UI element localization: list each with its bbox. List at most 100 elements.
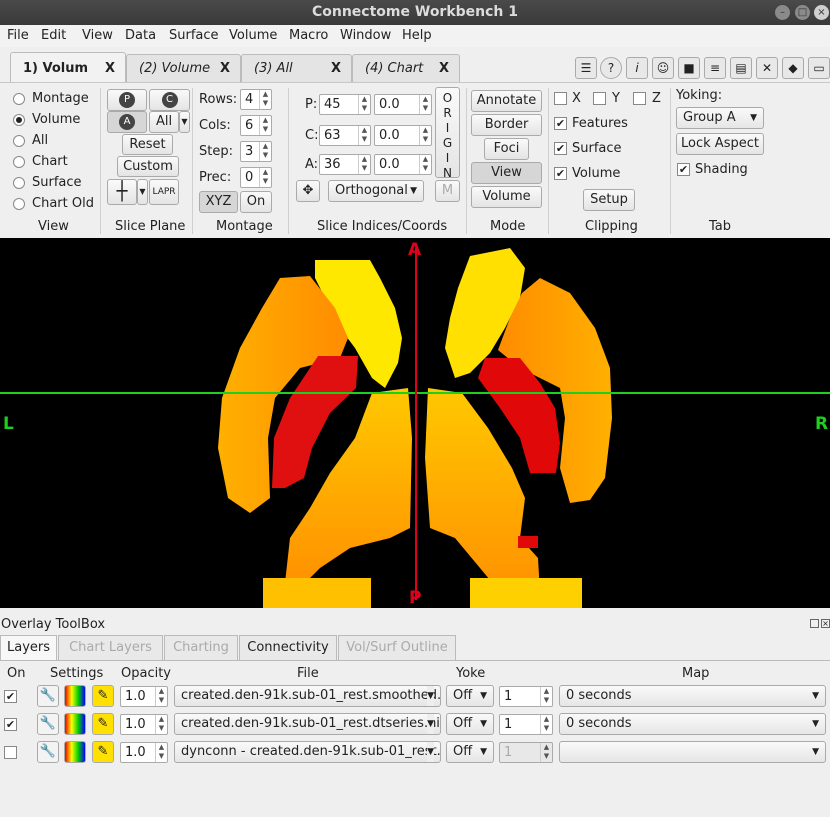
tab-1-volum[interactable]: 1) Volum X: [10, 52, 126, 83]
identify-icon[interactable]: ✎: [92, 685, 114, 707]
palette-icon[interactable]: [64, 741, 86, 763]
crosshair-dropdown[interactable]: ▼: [137, 179, 148, 205]
menu-data[interactable]: Data: [125, 28, 156, 43]
axial-slice-image[interactable]: [0, 238, 830, 608]
view-chart-old-radio[interactable]: [13, 198, 25, 210]
yoke-combobox[interactable]: Off ▼: [446, 741, 494, 763]
yoking-combobox[interactable]: Group A ▼: [676, 107, 764, 129]
close-tab-icon[interactable]: X: [439, 55, 449, 83]
border-mode-button[interactable]: Border: [471, 114, 542, 136]
c-index-spinbox[interactable]: 63 ▲ ▼: [319, 125, 371, 146]
clip-volume-checkbox[interactable]: ✔: [554, 167, 567, 180]
layer-on-checkbox[interactable]: ✔: [4, 718, 17, 731]
spin-arrows-icon[interactable]: ▲ ▼: [155, 715, 167, 734]
montage-on-button[interactable]: On: [240, 191, 272, 213]
clip-surface-checkbox[interactable]: ✔: [554, 142, 567, 155]
cols-spinbox[interactable]: 6 ▲ ▼: [240, 115, 272, 136]
menu-view[interactable]: View: [82, 28, 113, 43]
scene-icon[interactable]: ≡: [704, 57, 726, 79]
spin-arrows-icon[interactable]: ▲ ▼: [259, 168, 271, 187]
map-index-spinbox[interactable]: 1 ▲ ▼: [499, 742, 553, 763]
clip-y-checkbox[interactable]: [593, 92, 606, 105]
volume-mode-button[interactable]: Volume: [471, 186, 542, 208]
spin-arrows-icon[interactable]: ▲ ▼: [358, 95, 370, 114]
tab-3-all[interactable]: (3) All X: [241, 54, 352, 82]
p-coord-spinbox[interactable]: 0.0 ▲ ▼: [374, 94, 432, 115]
view-volume-radio[interactable]: [13, 114, 25, 126]
spin-arrows-icon[interactable]: ▲ ▼: [419, 126, 431, 145]
clipping-setup-button[interactable]: Setup: [583, 189, 635, 211]
clip-x-checkbox[interactable]: [554, 92, 567, 105]
toolbox-icon[interactable]: ▭: [808, 57, 830, 79]
view-surface-radio[interactable]: [13, 177, 25, 189]
minimize-button[interactable]: –: [775, 5, 790, 20]
spin-arrows-icon[interactable]: ▲ ▼: [540, 743, 552, 762]
coronal-button[interactable]: C: [149, 89, 190, 111]
close-window-button[interactable]: ×: [814, 5, 829, 20]
spin-arrows-icon[interactable]: ▲ ▼: [259, 142, 271, 161]
clapper-icon[interactable]: ▤: [730, 57, 752, 79]
tab-layers[interactable]: Layers: [0, 635, 57, 661]
wrench-icon[interactable]: 🔧: [37, 741, 59, 763]
menu-help[interactable]: Help: [402, 28, 432, 43]
spin-arrows-icon[interactable]: ▲ ▼: [259, 116, 271, 135]
layers-icon[interactable]: ◆: [782, 57, 804, 79]
spin-arrows-icon[interactable]: ▲ ▼: [419, 95, 431, 114]
identify-icon[interactable]: ✎: [92, 741, 114, 763]
rows-spinbox[interactable]: 4 ▲ ▼: [240, 89, 272, 110]
map-combobox[interactable]: 0 seconds ▼: [559, 713, 826, 735]
file-combobox[interactable]: dynconn - created.den-91k.sub-01_rest. ▼: [174, 741, 441, 763]
clip-features-checkbox[interactable]: ✔: [554, 117, 567, 130]
lock-aspect-button[interactable]: Lock Aspect: [676, 133, 764, 155]
projection-combobox[interactable]: Orthogonal ▼: [328, 180, 424, 202]
clip-z-checkbox[interactable]: [633, 92, 646, 105]
opacity-spinbox[interactable]: 1.0 ▲ ▼: [120, 686, 168, 707]
yoke-combobox[interactable]: Off ▼: [446, 713, 494, 735]
move-crosshair-icon[interactable]: ✥: [296, 180, 320, 202]
maximize-button[interactable]: □: [795, 5, 810, 20]
menu-volume[interactable]: Volume: [229, 28, 277, 43]
wrench-icon[interactable]: 🔧: [37, 713, 59, 735]
annotate-mode-button[interactable]: Annotate: [471, 90, 542, 112]
yoke-combobox[interactable]: Off ▼: [446, 685, 494, 707]
all-planes-dropdown[interactable]: ▼: [179, 111, 190, 133]
spin-arrows-icon[interactable]: ▲ ▼: [155, 743, 167, 762]
spin-arrows-icon[interactable]: ▲ ▼: [259, 90, 271, 109]
close-tab-icon[interactable]: X: [105, 53, 115, 84]
map-index-spinbox[interactable]: 1 ▲ ▼: [499, 686, 553, 707]
map-combobox[interactable]: 0 seconds ▼: [559, 685, 826, 707]
origin-button[interactable]: O R I G I N: [435, 87, 460, 180]
tab-charting[interactable]: Charting: [164, 635, 238, 661]
menu-surface[interactable]: Surface: [169, 28, 219, 43]
identify-icon[interactable]: ✎: [92, 713, 114, 735]
palette-icon[interactable]: [64, 713, 86, 735]
tab-4-chart[interactable]: (4) Chart X: [352, 54, 460, 82]
map-combobox[interactable]: ▼: [559, 741, 826, 763]
step-spinbox[interactable]: 3 ▲ ▼: [240, 141, 272, 162]
reset-button[interactable]: Reset: [122, 134, 173, 155]
spin-arrows-icon[interactable]: ▲ ▼: [358, 126, 370, 145]
lpr-orientation-button[interactable]: LAPR: [149, 179, 179, 205]
tab-connectivity[interactable]: Connectivity: [239, 635, 337, 661]
axial-button[interactable]: A: [107, 111, 147, 133]
spin-arrows-icon[interactable]: ▲ ▼: [419, 155, 431, 174]
volume-viewer[interactable]: L R A P: [0, 238, 830, 608]
file-combobox[interactable]: created.den-91k.sub-01_rest.smoothed. ▼: [174, 685, 441, 707]
prec-spinbox[interactable]: 0 ▲ ▼: [240, 167, 272, 188]
view-mode-button[interactable]: View: [471, 162, 542, 184]
tab-2-volume[interactable]: (2) Volume X: [126, 54, 241, 82]
identify-head-icon[interactable]: ☺: [652, 57, 674, 79]
close-toolbox-icon[interactable]: ×: [821, 619, 830, 628]
a-coord-spinbox[interactable]: 0.0 ▲ ▼: [374, 154, 432, 175]
foci-mode-button[interactable]: Foci: [484, 138, 529, 160]
menu-window[interactable]: Window: [340, 28, 391, 43]
m-button[interactable]: M: [435, 180, 460, 202]
spin-arrows-icon[interactable]: ▲ ▼: [155, 687, 167, 706]
spin-arrows-icon[interactable]: ▲ ▼: [540, 715, 552, 734]
menu-edit[interactable]: Edit: [41, 28, 66, 43]
xyz-button[interactable]: XYZ: [199, 191, 238, 213]
menu-macro[interactable]: Macro: [289, 28, 328, 43]
info-text-icon[interactable]: ☰: [575, 57, 597, 79]
tools-icon[interactable]: ✕: [756, 57, 778, 79]
view-chart-radio[interactable]: [13, 156, 25, 168]
